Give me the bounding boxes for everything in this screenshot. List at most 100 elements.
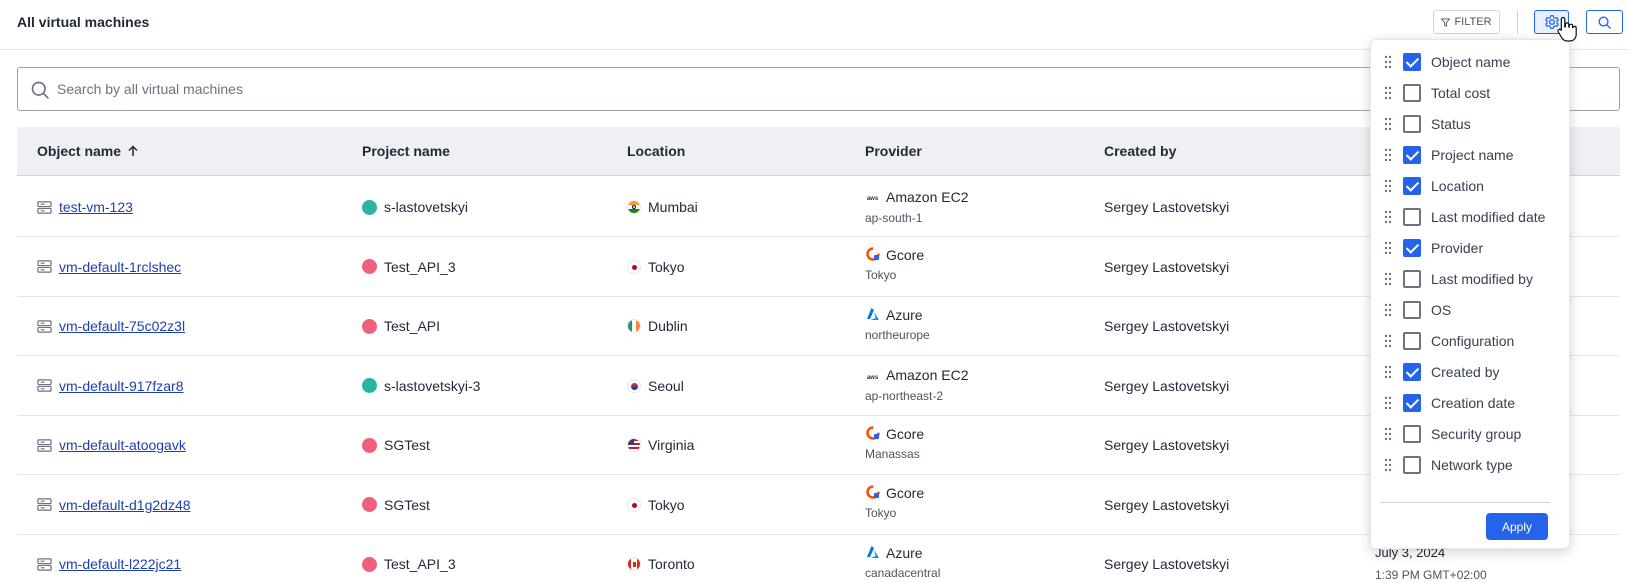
column-option[interactable]: OS	[1371, 295, 1571, 325]
project-color-dot	[362, 437, 377, 453]
drag-handle-icon[interactable]	[1384, 334, 1392, 348]
column-header-label: Created by	[1104, 143, 1177, 159]
column-option[interactable]: Network type	[1371, 450, 1571, 480]
provider-name: Gcore	[886, 425, 925, 442]
vm-name-link[interactable]: test-vm-123	[59, 199, 133, 215]
column-checkbox[interactable]	[1403, 363, 1421, 381]
ca-flag-icon	[627, 557, 641, 571]
column-option[interactable]: Location	[1371, 171, 1571, 201]
drag-handle-icon[interactable]	[1384, 179, 1392, 193]
column-option-label: Location	[1431, 178, 1484, 194]
provider-cell: Azure northeurope	[865, 306, 930, 342]
column-checkbox[interactable]	[1403, 208, 1421, 226]
column-header-created-by[interactable]: Created by	[1104, 143, 1176, 159]
column-option[interactable]: Project name	[1371, 140, 1571, 170]
filter-button[interactable]: FILTER	[1433, 10, 1500, 34]
column-option[interactable]: Configuration	[1371, 326, 1571, 356]
ie-flag-icon	[627, 319, 641, 333]
column-checkbox[interactable]	[1403, 332, 1421, 350]
column-header-location[interactable]: Location	[627, 143, 685, 159]
column-option[interactable]: Creation date	[1371, 388, 1571, 418]
column-checkbox[interactable]	[1403, 84, 1421, 102]
vm-name-link[interactable]: vm-default-atoogavk	[59, 437, 186, 453]
column-checkbox[interactable]	[1403, 270, 1421, 288]
vm-name-link[interactable]: vm-default-1rclshec	[59, 259, 181, 275]
column-checkbox[interactable]	[1403, 394, 1421, 412]
column-checkbox[interactable]	[1403, 115, 1421, 133]
created-by-cell: Sergey Lastovetskyi	[1104, 377, 1230, 394]
drag-handle-icon[interactable]	[1384, 210, 1392, 224]
object-name-cell: vm-default-atoogavk	[37, 415, 186, 475]
location-name: Mumbai	[648, 199, 698, 215]
column-checkbox[interactable]	[1403, 146, 1421, 164]
drag-handle-icon[interactable]	[1384, 396, 1392, 410]
column-option[interactable]: Security group	[1371, 419, 1571, 449]
column-option-label: Object name	[1431, 54, 1511, 70]
vm-name-link[interactable]: vm-default-917fzar8	[59, 378, 184, 394]
drag-handle-icon[interactable]	[1384, 303, 1392, 317]
provider-region: canadacentral	[865, 565, 941, 580]
column-checkbox[interactable]	[1403, 425, 1421, 443]
column-header-provider[interactable]: Provider	[865, 143, 922, 159]
drag-handle-icon[interactable]	[1384, 55, 1392, 69]
location-cell: Tokyo	[627, 237, 685, 297]
filter-label: FILTER	[1454, 16, 1492, 28]
column-option[interactable]: Provider	[1371, 233, 1571, 263]
project-color-dot	[362, 556, 377, 572]
vm-name-link[interactable]: vm-default-l222jc21	[59, 556, 181, 572]
search-input[interactable]	[57, 68, 1557, 110]
provider-cell: Gcore Tokyo	[865, 485, 924, 520]
created-by-cell: Sergey Lastovetskyi	[1104, 496, 1230, 513]
column-checkbox[interactable]	[1403, 456, 1421, 474]
drag-handle-icon[interactable]	[1384, 458, 1392, 472]
column-option[interactable]: Object name	[1371, 47, 1571, 77]
project-color-dot	[362, 259, 377, 274]
project-name: Test_API_3	[384, 556, 456, 572]
drag-handle-icon[interactable]	[1384, 117, 1392, 131]
column-header-project-name[interactable]: Project name	[362, 143, 450, 159]
drag-handle-icon[interactable]	[1384, 241, 1392, 255]
created-by-cell: Sergey Lastovetskyi	[1104, 437, 1230, 453]
drag-handle-icon[interactable]	[1384, 272, 1392, 286]
column-checkbox[interactable]	[1403, 177, 1421, 195]
drag-handle-icon[interactable]	[1384, 365, 1392, 379]
apply-button[interactable]: Apply	[1486, 513, 1548, 540]
object-name-cell: vm-default-1rclshec	[37, 237, 181, 297]
column-settings-panel: Object name Total cost Status Project na…	[1370, 39, 1570, 549]
created-by-cell: Sergey Lastovetskyi	[1104, 318, 1230, 334]
location-cell: Mumbai	[627, 177, 698, 237]
column-checkbox[interactable]	[1403, 239, 1421, 257]
location-name: Dublin	[648, 318, 688, 334]
search-toggle-button[interactable]	[1586, 10, 1623, 34]
project-name: SGTest	[384, 437, 430, 453]
provider-region: Manassas	[865, 446, 920, 461]
location-name: Toronto	[648, 556, 695, 572]
panel-divider	[1380, 502, 1550, 503]
provider-name: Azure	[886, 306, 923, 323]
column-option[interactable]: Created by	[1371, 357, 1571, 387]
location-cell: Dublin	[627, 296, 688, 356]
drag-handle-icon[interactable]	[1384, 86, 1392, 100]
column-checkbox[interactable]	[1403, 53, 1421, 71]
object-name-cell: test-vm-123	[37, 177, 133, 237]
vm-name-link[interactable]: vm-default-d1g2dz48	[59, 497, 191, 513]
azure-icon	[865, 306, 880, 324]
column-option[interactable]: Total cost	[1371, 78, 1571, 108]
object-name-cell: vm-default-l222jc21	[37, 534, 181, 583]
project-name: Test_API	[384, 318, 441, 334]
column-option[interactable]: Status	[1371, 109, 1571, 139]
location-name: Seoul	[648, 377, 684, 394]
column-option[interactable]: Last modified date	[1371, 202, 1571, 232]
project-cell: SGTest	[362, 475, 430, 535]
drag-handle-icon[interactable]	[1384, 427, 1392, 441]
column-option[interactable]: Last modified by	[1371, 264, 1571, 294]
provider-cell: Azure canadacentral	[865, 544, 940, 580]
server-icon	[37, 557, 52, 571]
in-flag-icon	[627, 200, 641, 214]
column-checkbox[interactable]	[1403, 301, 1421, 319]
object-name-cell: vm-default-75c02z3l	[37, 296, 185, 356]
project-color-dot	[362, 318, 377, 334]
column-header-object-name[interactable]: Object name	[37, 143, 139, 159]
drag-handle-icon[interactable]	[1384, 148, 1392, 162]
vm-name-link[interactable]: vm-default-75c02z3l	[59, 318, 185, 334]
